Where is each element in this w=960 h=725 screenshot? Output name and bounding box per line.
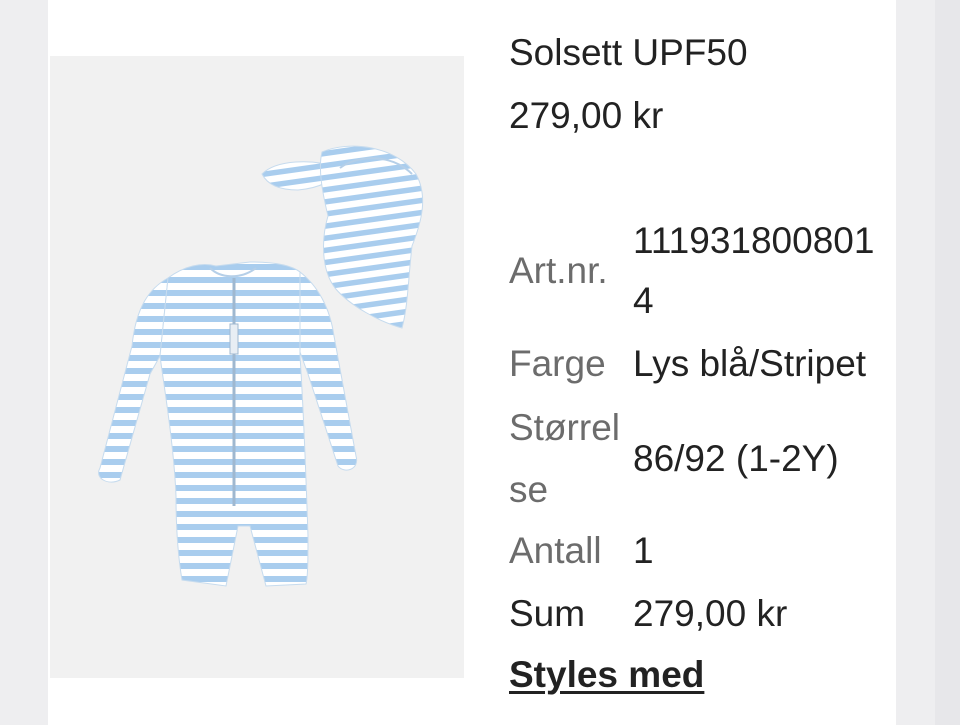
color-value: Lys blå/Stripet bbox=[633, 343, 867, 384]
swim-set-illustration bbox=[98, 145, 424, 587]
product-title: Solsett UPF50 bbox=[509, 32, 748, 73]
page-edge bbox=[935, 0, 960, 725]
product-image[interactable] bbox=[50, 56, 464, 678]
quantity-label: Antall bbox=[509, 530, 602, 571]
size-value: 86/92 (1-2Y) bbox=[633, 438, 839, 479]
product-price: 279,00 kr bbox=[509, 95, 664, 136]
styles-with-link[interactable]: Styles med bbox=[509, 651, 704, 699]
article-number-value-line1: 111931800801 bbox=[633, 220, 875, 261]
article-number-label: Art.nr. bbox=[509, 250, 608, 291]
size-label-line1: Størrel bbox=[509, 407, 620, 448]
color-label: Farge bbox=[509, 343, 606, 384]
article-number-value-line2: 4 bbox=[633, 280, 654, 321]
sum-value: 279,00 kr bbox=[633, 593, 788, 634]
sum-label: Sum bbox=[509, 593, 586, 634]
swim-suit bbox=[98, 261, 358, 587]
quantity-value: 1 bbox=[633, 530, 654, 571]
size-label-line2: se bbox=[509, 469, 549, 510]
